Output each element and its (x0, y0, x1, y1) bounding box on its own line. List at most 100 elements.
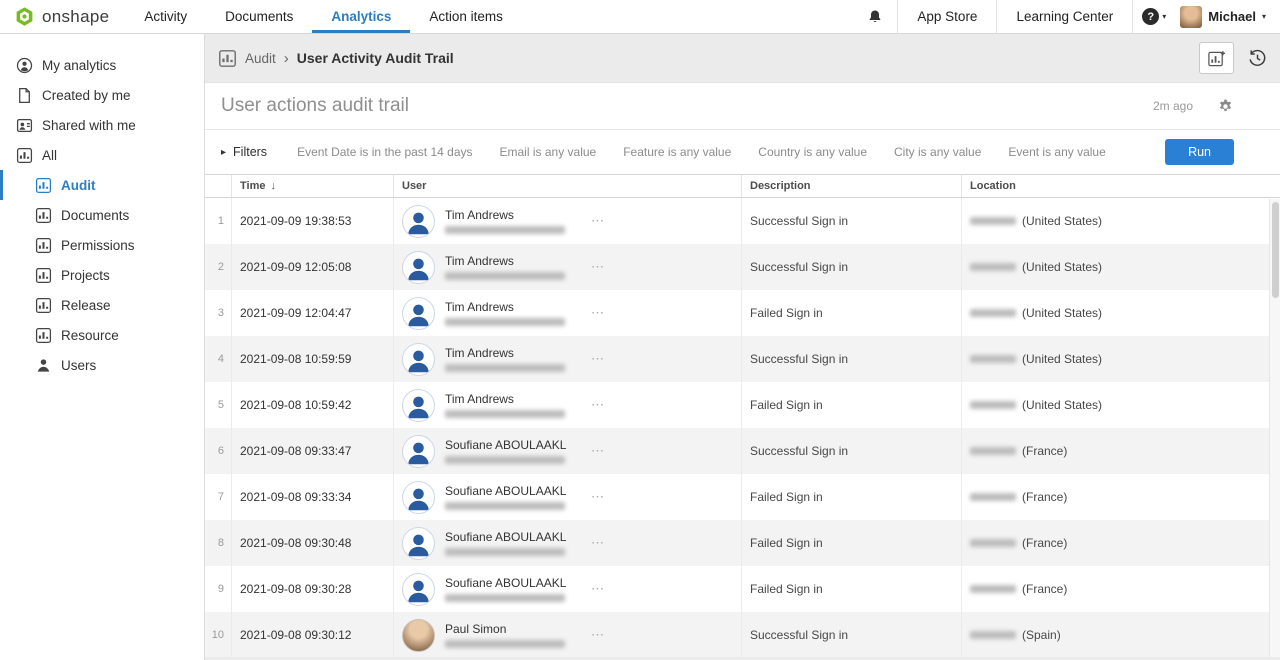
more-actions-button[interactable]: ⋯ (591, 581, 604, 597)
sidebar-item-audit[interactable]: Audit (0, 170, 204, 200)
user-text: Tim Andrews (445, 346, 577, 372)
sidebar-item-label: Created by me (42, 88, 131, 103)
location-cell: (France) (961, 428, 1269, 474)
sidebar-item-documents[interactable]: Documents (0, 200, 204, 230)
user-name: Tim Andrews (445, 254, 577, 268)
more-actions-button[interactable]: ⋯ (591, 489, 604, 505)
table-header: Time↓UserDescriptionLocation (205, 175, 1280, 198)
sidebar-item-release[interactable]: Release (0, 290, 204, 320)
filters-toggle[interactable]: ▸ Filters (221, 145, 267, 159)
user-cell: Soufiane ABOULAAKL⋯ (393, 566, 741, 612)
table-row: 32021-09-09 12:04:47Tim Andrews⋯Failed S… (205, 290, 1269, 336)
help-icon: ? (1142, 8, 1159, 25)
more-actions-button[interactable]: ⋯ (591, 351, 604, 367)
location-cell: (United States) (961, 382, 1269, 428)
location-cell: (United States) (961, 336, 1269, 382)
nav-analytics[interactable]: Analytics (312, 0, 410, 33)
sidebar-item-shared-with-me[interactable]: Shared with me (0, 110, 204, 140)
filter-chip-3[interactable]: Country is any value (758, 145, 867, 159)
filter-chip-0[interactable]: Event Date is in the past 14 days (297, 145, 472, 159)
chart-icon (35, 327, 52, 344)
nav-action-items[interactable]: Action items (410, 0, 522, 33)
user-text: Soufiane ABOULAAKL (445, 484, 577, 510)
redacted-city (970, 539, 1016, 547)
learning-center-button[interactable]: Learning Center (996, 0, 1133, 33)
nav-documents[interactable]: Documents (206, 0, 312, 33)
filter-chip-1[interactable]: Email is any value (500, 145, 597, 159)
more-actions-button[interactable]: ⋯ (591, 305, 604, 321)
redacted-city (970, 355, 1016, 363)
row-number: 1 (205, 198, 231, 244)
table-row: 72021-09-08 09:33:34Soufiane ABOULAAKL⋯F… (205, 474, 1269, 520)
description-cell: Failed Sign in (741, 566, 961, 612)
user-avatar (402, 527, 435, 560)
add-report-button[interactable] (1199, 42, 1234, 74)
topbar: onshape ActivityDocumentsAnalyticsAction… (0, 0, 1280, 34)
row-number: 10 (205, 612, 231, 657)
description-cell: Successful Sign in (741, 428, 961, 474)
person-icon (35, 357, 52, 374)
breadcrumb-parent-link[interactable]: Audit (245, 51, 276, 66)
sidebar-item-label: Users (61, 358, 96, 373)
gear-icon[interactable] (1217, 98, 1234, 115)
column-header-location[interactable]: Location (961, 175, 1269, 197)
user-avatar (402, 251, 435, 284)
sidebar-item-my-analytics[interactable]: My analytics (0, 50, 204, 80)
user-text: Soufiane ABOULAAKL (445, 530, 577, 556)
page-title: User Activity Audit Trail (297, 50, 454, 66)
sidebar-item-permissions[interactable]: Permissions (0, 230, 204, 260)
content: My analyticsCreated by meShared with meA… (0, 34, 1280, 660)
chart-icon (35, 267, 52, 284)
sidebar-item-projects[interactable]: Projects (0, 260, 204, 290)
time-cell: 2021-09-08 09:30:48 (231, 520, 393, 566)
chevron-down-icon: ▾ (1262, 12, 1266, 21)
filter-chip-4[interactable]: City is any value (894, 145, 981, 159)
vertical-scrollbar[interactable] (1269, 199, 1280, 657)
app-store-button[interactable]: App Store (897, 0, 996, 33)
nav-activity[interactable]: Activity (125, 0, 206, 33)
more-actions-button[interactable]: ⋯ (591, 259, 604, 275)
row-number: 6 (205, 428, 231, 474)
location-cell: (Spain) (961, 612, 1269, 657)
sidebar-item-created-by-me[interactable]: Created by me (0, 80, 204, 110)
table-row: 52021-09-08 10:59:42Tim Andrews⋯Failed S… (205, 382, 1269, 428)
sidebar-item-users[interactable]: Users (0, 350, 204, 380)
location-cell: (United States) (961, 244, 1269, 290)
column-header-description[interactable]: Description (741, 175, 961, 197)
user-menu[interactable]: Michael ▾ (1175, 0, 1280, 33)
user-cell: Soufiane ABOULAAKL⋯ (393, 428, 741, 474)
history-clock-icon[interactable] (1247, 48, 1268, 69)
location-cell: (United States) (961, 290, 1269, 336)
help-menu[interactable]: ? ▾ (1133, 0, 1175, 33)
user-name: Tim Andrews (445, 392, 577, 406)
card-header: User actions audit trail 2m ago (205, 83, 1280, 130)
more-actions-button[interactable]: ⋯ (591, 627, 604, 643)
filter-chip-2[interactable]: Feature is any value (623, 145, 731, 159)
breadcrumb: Audit › User Activity Audit Trail (218, 49, 454, 68)
column-header-user[interactable]: User (393, 175, 741, 197)
redacted-email (445, 548, 565, 556)
user-avatar (402, 297, 435, 330)
more-actions-button[interactable]: ⋯ (591, 443, 604, 459)
onshape-logo[interactable]: onshape (0, 0, 125, 33)
person-card-icon (16, 117, 33, 134)
scrollbar-thumb[interactable] (1272, 202, 1279, 298)
time-cell: 2021-09-08 09:33:47 (231, 428, 393, 474)
description-cell: Failed Sign in (741, 290, 961, 336)
notifications-bell-icon[interactable] (853, 0, 897, 33)
sidebar-item-resource[interactable]: Resource (0, 320, 204, 350)
sidebar-item-label: Resource (61, 328, 119, 343)
user-name: Soufiane ABOULAAKL (445, 484, 577, 498)
filter-chip-5[interactable]: Event is any value (1008, 145, 1105, 159)
chevron-down-icon: ▾ (1162, 12, 1166, 21)
more-actions-button[interactable]: ⋯ (591, 535, 604, 551)
more-actions-button[interactable]: ⋯ (591, 397, 604, 413)
run-button[interactable]: Run (1165, 139, 1234, 165)
more-actions-button[interactable]: ⋯ (591, 213, 604, 229)
redacted-email (445, 226, 565, 234)
row-number: 5 (205, 382, 231, 428)
column-header-time[interactable]: Time↓ (231, 175, 393, 197)
user-name: Tim Andrews (445, 208, 577, 222)
sidebar-item-all[interactable]: All (0, 140, 204, 170)
user-avatar (402, 205, 435, 238)
